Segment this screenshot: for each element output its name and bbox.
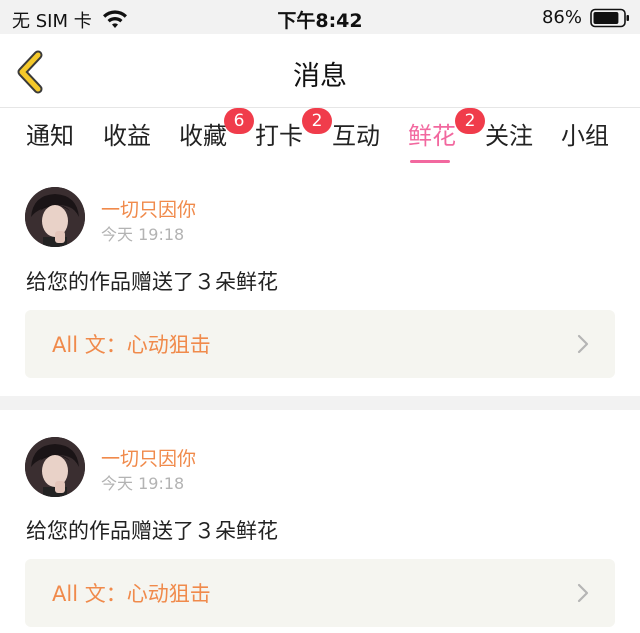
tab-badge: 2 [302, 108, 332, 134]
tab-label: 鲜花 [408, 122, 456, 150]
message-item: 一切只因你 今天 19:18 给您的作品赠送了３朵鲜花 All 文：心动狙击 [0, 160, 640, 396]
tab-groups[interactable]: 小组 [561, 116, 609, 151]
tab-notifications[interactable]: 通知 [26, 116, 74, 151]
battery-indicator: 86% [542, 7, 630, 28]
work-link-card[interactable]: All 文：心动狙击 [25, 559, 615, 627]
battery-icon [590, 8, 629, 27]
chevron-right-icon [577, 334, 589, 354]
message-text: 给您的作品赠送了３朵鲜花 [26, 519, 278, 543]
page-title: 消息 [293, 61, 347, 92]
user-avatar[interactable] [25, 437, 85, 497]
feed-divider [0, 396, 640, 410]
tab-badge: 2 [455, 108, 485, 134]
tab-label: 关注 [485, 122, 533, 150]
status-bar: 无 SIM 卡 下午8:42 86% [0, 0, 640, 34]
tab-label: 通知 [26, 122, 74, 150]
avatar-image [25, 437, 85, 497]
tab-following[interactable]: 关注 [485, 116, 533, 151]
work-link-card[interactable]: All 文：心动狙击 [25, 310, 615, 378]
tab-label: 打卡 [255, 122, 303, 150]
tab-flowers[interactable]: 鲜花 [408, 116, 456, 163]
tab-label: 收益 [103, 122, 151, 150]
tab-interactions[interactable]: 互动 [332, 116, 380, 151]
avatar-image [25, 187, 85, 247]
message-text: 给您的作品赠送了３朵鲜花 [26, 270, 278, 294]
nav-bar: 消息 [0, 34, 640, 108]
tab-badge: 6 [224, 108, 254, 134]
tab-label: 互动 [332, 122, 380, 150]
message-tabs: 通知 收益 收藏 6 打卡 2 互动 鲜花 2 关注 小组 [0, 108, 640, 163]
tab-checkin[interactable]: 打卡 [255, 116, 303, 151]
message-time: 今天 19:18 [101, 474, 185, 493]
work-title: All 文：心动狙击 [52, 582, 211, 606]
tab-label: 小组 [561, 122, 609, 150]
message-item: 一切只因你 今天 19:18 给您的作品赠送了３朵鲜花 All 文：心动狙击 [0, 410, 640, 633]
user-name[interactable]: 一切只因你 [101, 195, 196, 222]
tab-earnings[interactable]: 收益 [103, 116, 151, 151]
battery-percent: 86% [541, 7, 582, 28]
tab-label: 收藏 [179, 122, 227, 150]
message-time: 今天 19:18 [101, 225, 185, 244]
user-name[interactable]: 一切只因你 [101, 444, 196, 471]
user-avatar[interactable] [25, 187, 85, 247]
work-title: All 文：心动狙击 [52, 333, 211, 357]
tab-favorites[interactable]: 收藏 [179, 116, 227, 151]
chevron-right-icon [577, 583, 589, 603]
